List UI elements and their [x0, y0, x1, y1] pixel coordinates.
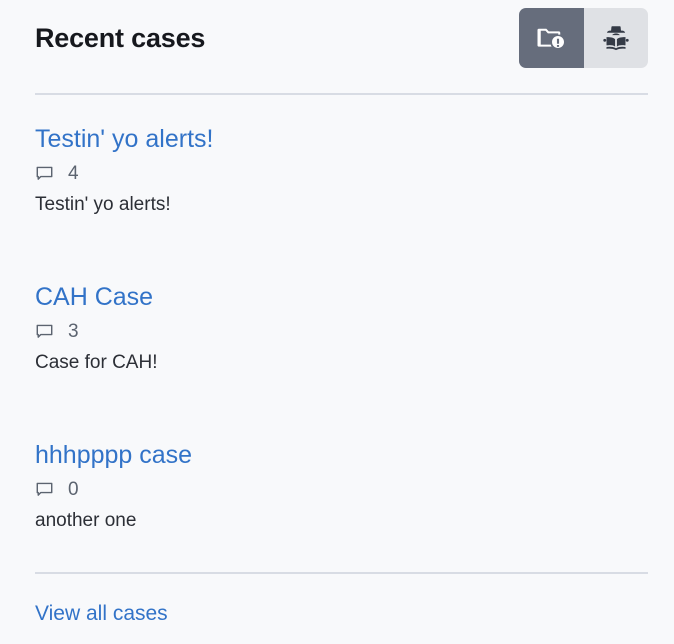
case-description: Testin' yo alerts!	[35, 194, 171, 215]
footer-divider	[35, 572, 648, 574]
investigate-view-button[interactable]	[583, 8, 648, 68]
comment-bubble-icon	[35, 165, 54, 184]
case-title-link[interactable]: hhhpppp case	[35, 440, 648, 470]
case-meta: 3	[35, 321, 648, 343]
comment-bubble-icon	[35, 323, 54, 342]
case-title-link[interactable]: CAH Case	[35, 282, 648, 312]
case-title-link[interactable]: Testin' yo alerts!	[35, 124, 648, 154]
comment-count: 3	[68, 321, 79, 342]
case-meta: 4	[35, 163, 648, 185]
comment-bubble-icon	[35, 481, 54, 500]
case-description: another one	[35, 510, 137, 531]
detective-icon	[601, 23, 631, 53]
page-title: Recent cases	[35, 23, 206, 53]
folder-alert-icon	[536, 23, 566, 53]
recent-cases-panel: Recent cases Testin' yo alerts! 4 Testin…	[0, 0, 674, 644]
panel-header: Recent cases	[0, 0, 674, 94]
view-toggle-group	[519, 8, 648, 68]
case-description: Case for CAH!	[35, 352, 158, 373]
list-item: Testin' yo alerts! 4 Testin' yo alerts!	[35, 124, 648, 264]
cases-view-button[interactable]	[519, 8, 584, 68]
comment-count: 4	[68, 163, 79, 184]
comment-count: 0	[68, 479, 79, 500]
case-meta: 0	[35, 479, 648, 501]
view-all-cases-link[interactable]: View all cases	[35, 601, 168, 627]
list-item: hhhpppp case 0 another one	[35, 440, 648, 580]
list-item: CAH Case 3 Case for CAH!	[35, 282, 648, 422]
header-divider	[35, 93, 648, 95]
